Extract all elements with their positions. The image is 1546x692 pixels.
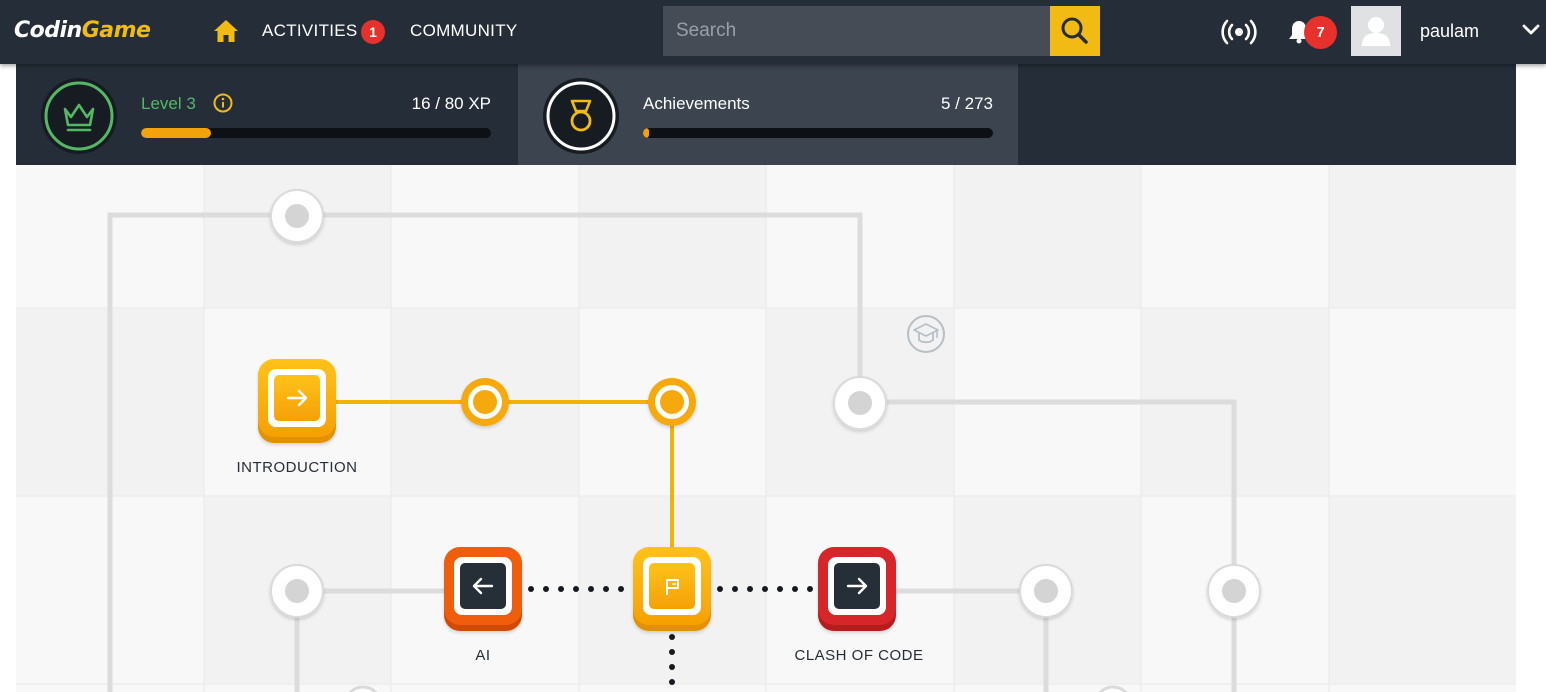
clash-of-code-button[interactable] <box>818 547 896 629</box>
home-icon[interactable] <box>213 19 239 43</box>
level-label: Level 3 <box>141 94 196 113</box>
info-icon[interactable] <box>213 93 233 113</box>
ai-label: AI <box>475 647 491 664</box>
search-button[interactable] <box>1050 6 1100 56</box>
level-card[interactable]: Level 3 16 / 80 XP <box>16 64 516 165</box>
activity-map: INTRODUCTION AI CLASH OF CODE <box>16 165 1516 692</box>
broadcast-icon[interactable] <box>1220 18 1258 46</box>
avatar[interactable] <box>1351 6 1401 56</box>
achievements-progress-bar <box>643 128 993 138</box>
map-node-top[interactable] <box>271 190 323 242</box>
search-input[interactable] <box>663 6 1050 56</box>
search-icon <box>1061 17 1088 44</box>
map-node-gold-1[interactable] <box>461 378 509 426</box>
level-progress-bar <box>141 128 491 138</box>
clash-of-code-label: CLASH OF CODE <box>794 647 924 664</box>
map-node-right-2[interactable] <box>1208 565 1260 617</box>
map-grid <box>16 165 1516 692</box>
progress-strip: Level 3 16 / 80 XP Achievements 5 / 273 <box>16 64 1516 165</box>
notifications-badge[interactable]: 7 <box>1304 16 1337 49</box>
medal-icon <box>543 78 619 154</box>
activities-badge: 1 <box>361 20 385 44</box>
introduction-button[interactable] <box>258 359 336 441</box>
activities-link[interactable]: ACTIVITIES <box>262 21 358 41</box>
top-navbar: CodinGame ACTIVITIES 1 COMMUNITY 7 paula… <box>0 0 1546 64</box>
level-xp-value: 16 / 80 XP <box>411 94 491 113</box>
username[interactable]: paulam <box>1420 21 1479 42</box>
codingame-logo[interactable]: CodinGame <box>14 18 151 43</box>
achievements-value: 5 / 273 <box>941 94 993 113</box>
achievements-label: Achievements <box>643 94 750 113</box>
map-canvas <box>16 165 1516 692</box>
introduction-label: INTRODUCTION <box>236 459 358 476</box>
crown-icon <box>41 78 117 154</box>
map-node-middle[interactable] <box>834 377 886 429</box>
user-icon <box>1362 17 1390 46</box>
chevron-down-icon[interactable] <box>1522 23 1540 37</box>
community-link[interactable]: COMMUNITY <box>410 21 518 41</box>
start-flag-button[interactable] <box>633 547 711 629</box>
ai-button[interactable] <box>444 547 522 629</box>
achievements-card[interactable]: Achievements 5 / 273 <box>518 64 1018 165</box>
map-node-gold-2[interactable] <box>648 378 696 426</box>
map-node-right-1[interactable] <box>1020 565 1072 617</box>
level-progress-fill <box>141 128 211 138</box>
achievements-progress-fill <box>643 128 650 138</box>
map-node-left[interactable] <box>271 565 323 617</box>
